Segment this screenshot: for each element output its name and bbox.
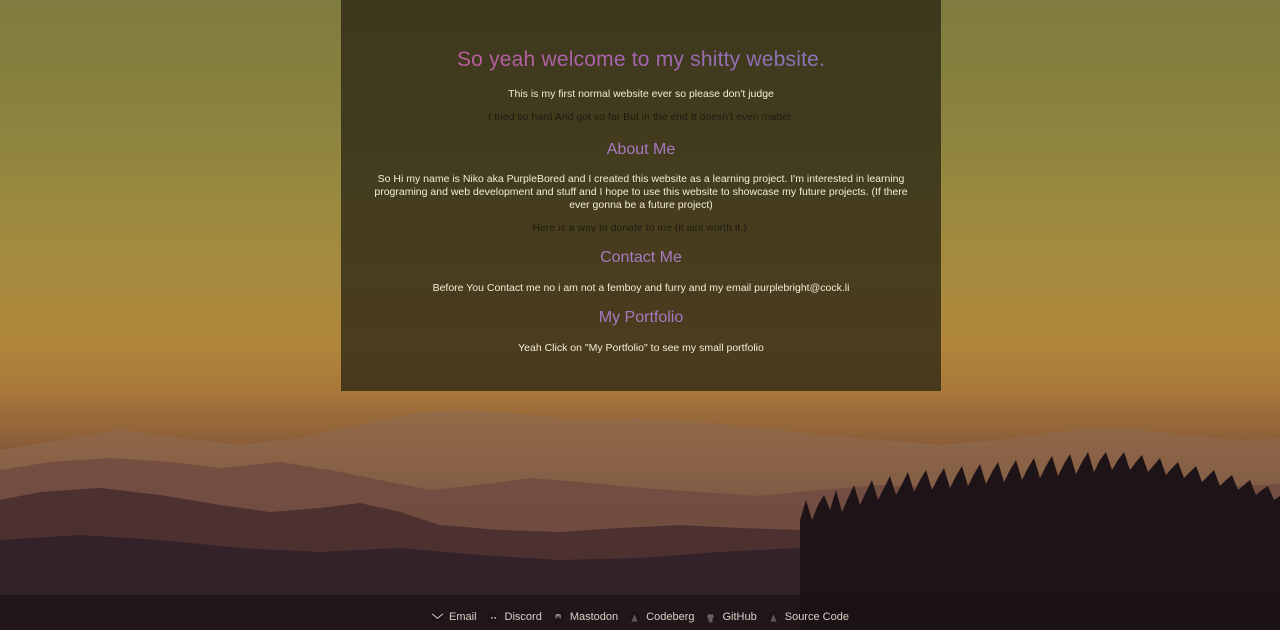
footer-link-source-code[interactable]: Source Code xyxy=(767,611,849,624)
contact-heading: Contact Me xyxy=(600,249,682,266)
footer-link-discord[interactable]: Discord xyxy=(487,611,542,624)
contact-text: Before You Contact me no i am not a femb… xyxy=(432,282,850,294)
footer-link-codeberg[interactable]: Codeberg xyxy=(628,611,694,624)
tagline-text: This is my first normal website ever so … xyxy=(508,88,774,100)
footer-link-label: Mastodon xyxy=(569,611,619,623)
site-title: So yeah welcome to my shitty website. xyxy=(341,46,941,74)
envelope-icon xyxy=(431,612,444,622)
github-icon xyxy=(705,611,717,623)
donate-link[interactable]: Here is a way to donate to me (it aint w… xyxy=(341,222,941,235)
footer-link-label: GitHub xyxy=(722,611,757,623)
codeberg-icon xyxy=(629,611,640,623)
footer-link-email[interactable]: Email xyxy=(431,611,477,624)
footer-link-github[interactable]: GitHub xyxy=(704,611,757,624)
footer-link-label: Discord xyxy=(504,611,542,623)
discord-icon xyxy=(487,612,499,622)
footer-link-label: Source Code xyxy=(784,611,849,623)
mastodon-icon xyxy=(553,611,564,623)
portfolio-text: Yeah Click on "My Portfolio" to see my s… xyxy=(518,342,764,354)
footer-link-label: Email xyxy=(449,611,477,623)
lyric-text: I tried so hard And got so far But in th… xyxy=(488,111,794,123)
about-text: So Hi my name is Niko aka PurpleBored an… xyxy=(374,173,908,211)
footer-links: Email Discord Mastodon Codeberg GitHub S… xyxy=(0,609,1280,625)
about-heading: About Me xyxy=(606,141,676,158)
footer-link-label: Codeberg xyxy=(646,611,695,623)
footer-link-mastodon[interactable]: Mastodon xyxy=(552,611,618,624)
portfolio-heading: My Portfolio xyxy=(598,309,684,326)
source-code-icon xyxy=(767,611,779,623)
intro-panel: So yeah welcome to my shitty website. Th… xyxy=(341,0,941,391)
